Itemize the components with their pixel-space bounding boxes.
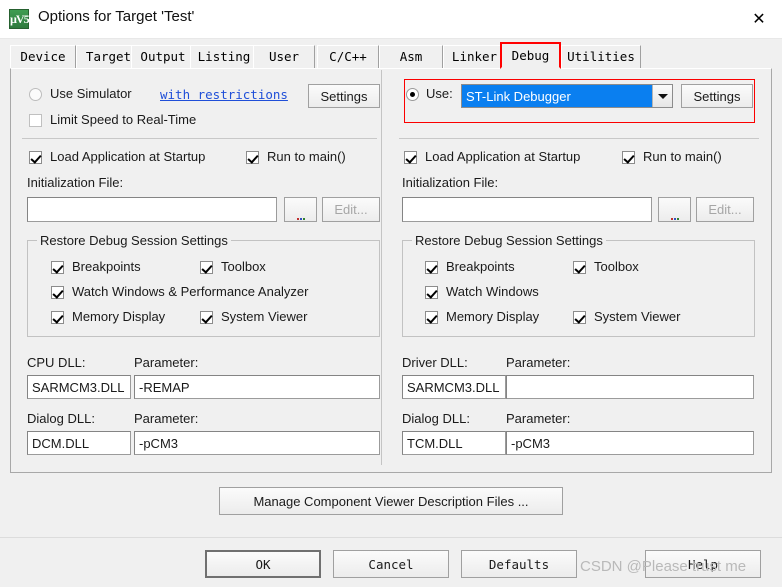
debugger-restore-session-title: Restore Debug Session Settings [412, 233, 606, 248]
debugger-toolbox-checkbox[interactable] [573, 261, 586, 274]
tab-debug[interactable]: Debug [500, 42, 561, 69]
use-simulator-label[interactable]: Use Simulator [50, 86, 132, 101]
limit-speed-checkbox[interactable] [29, 114, 42, 127]
simulator-restore-session-title: Restore Debug Session Settings [37, 233, 231, 248]
simulator-init-file-input[interactable] [27, 197, 277, 222]
chevron-down-icon[interactable] [652, 85, 672, 107]
simulator-browse-button[interactable] [284, 197, 317, 222]
debugger-dialog-dll-label: Dialog DLL: [402, 411, 470, 426]
simulator-load-app-label[interactable]: Load Application at Startup [50, 149, 205, 164]
options-for-target-dialog: µV5 Options for Target 'Test' ✕ Device T… [0, 0, 782, 587]
debugger-browse-button[interactable] [658, 197, 691, 222]
cpu-parameter-label: Parameter: [134, 355, 199, 370]
simulator-init-file-label: Initialization File: [27, 175, 124, 190]
tab-listing[interactable]: Listing [190, 45, 258, 68]
simulator-system-viewer-label[interactable]: System Viewer [221, 309, 307, 324]
simulator-run-to-main-checkbox[interactable] [246, 151, 259, 164]
simulator-memory-display-checkbox[interactable] [51, 311, 64, 324]
driver-parameter-label: Parameter: [506, 355, 571, 370]
window-title: Options for Target 'Test' [38, 8, 195, 25]
simulator-dialog-dll-input[interactable]: DCM.DLL [27, 431, 131, 455]
tab-strip: Device Target Output Listing User C/C++ … [0, 39, 782, 69]
ok-button[interactable]: OK [205, 550, 321, 578]
debugger-toolbox-label[interactable]: Toolbox [594, 259, 639, 274]
simulator-run-to-main-label[interactable]: Run to main() [267, 149, 346, 164]
debugger-dialog-dll-input[interactable]: TCM.DLL [402, 431, 506, 455]
tab-utilities[interactable]: Utilities [561, 45, 641, 68]
simulator-section-separator [22, 138, 377, 139]
cpu-parameter-input[interactable]: -REMAP [134, 375, 380, 399]
debugger-run-to-main-label[interactable]: Run to main() [643, 149, 722, 164]
debugger-system-viewer-label[interactable]: System Viewer [594, 309, 680, 324]
debugger-edit-button[interactable]: Edit... [696, 197, 754, 222]
debugger-memory-display-checkbox[interactable] [425, 311, 438, 324]
browse-dots-icon [296, 197, 305, 223]
panel-divider [381, 70, 382, 465]
footer-separator [0, 537, 782, 538]
debugger-settings-button[interactable]: Settings [681, 84, 753, 108]
driver-dll-label: Driver DLL: [402, 355, 468, 370]
use-debugger-label[interactable]: Use: [426, 86, 453, 101]
debugger-load-app-label[interactable]: Load Application at Startup [425, 149, 580, 164]
tab-c-cpp[interactable]: C/C++ [317, 45, 379, 68]
debugger-init-file-label: Initialization File: [402, 175, 499, 190]
tab-user[interactable]: User [253, 45, 315, 68]
simulator-toolbox-label[interactable]: Toolbox [221, 259, 266, 274]
debugger-section-separator [399, 138, 759, 139]
close-icon[interactable]: ✕ [736, 0, 782, 36]
simulator-memory-display-label[interactable]: Memory Display [72, 309, 165, 324]
tab-device[interactable]: Device [10, 45, 76, 68]
simulator-toolbox-checkbox[interactable] [200, 261, 213, 274]
use-simulator-radio[interactable] [29, 88, 42, 101]
tab-linker[interactable]: Linker [443, 45, 506, 68]
keil-uvision-icon-glyph: µV5 [10, 12, 30, 26]
simulator-breakpoints-label[interactable]: Breakpoints [72, 259, 141, 274]
simulator-watch-windows-checkbox[interactable] [51, 286, 64, 299]
cancel-button[interactable]: Cancel [333, 550, 449, 578]
tab-asm[interactable]: Asm [379, 45, 443, 68]
driver-parameter-input[interactable] [506, 375, 754, 399]
cpu-dll-input[interactable]: SARMCM3.DLL [27, 375, 131, 399]
with-restrictions-link[interactable]: with restrictions [160, 87, 288, 102]
title-bar: µV5 Options for Target 'Test' ✕ [0, 0, 782, 39]
simulator-edit-button[interactable]: Edit... [322, 197, 380, 222]
use-debugger-radio[interactable] [406, 88, 419, 101]
simulator-watch-windows-label[interactable]: Watch Windows & Performance Analyzer [72, 284, 309, 299]
browse-dots-icon [670, 197, 679, 223]
debugger-breakpoints-label[interactable]: Breakpoints [446, 259, 515, 274]
simulator-load-app-checkbox[interactable] [29, 151, 42, 164]
simulator-settings-button[interactable]: Settings [308, 84, 380, 108]
manage-component-viewer-button[interactable]: Manage Component Viewer Description File… [219, 487, 563, 515]
debugger-select-value: ST-Link Debugger [462, 85, 652, 107]
simulator-dialog-dll-label: Dialog DLL: [27, 411, 95, 426]
driver-dll-input[interactable]: SARMCM3.DLL [402, 375, 506, 399]
debugger-init-file-input[interactable] [402, 197, 652, 222]
cpu-dll-label: CPU DLL: [27, 355, 86, 370]
simulator-dialog-parameter-input[interactable]: -pCM3 [134, 431, 380, 455]
debugger-breakpoints-checkbox[interactable] [425, 261, 438, 274]
debugger-select[interactable]: ST-Link Debugger [461, 84, 673, 108]
debugger-run-to-main-checkbox[interactable] [622, 151, 635, 164]
keil-uvision-icon: µV5 [9, 9, 30, 29]
debugger-watch-windows-label[interactable]: Watch Windows [446, 284, 539, 299]
csdn-watermark: CSDN @Please trust me [580, 558, 747, 575]
tab-output[interactable]: Output [131, 45, 195, 68]
simulator-breakpoints-checkbox[interactable] [51, 261, 64, 274]
debugger-load-app-checkbox[interactable] [404, 151, 417, 164]
limit-speed-label[interactable]: Limit Speed to Real-Time [50, 112, 196, 127]
debugger-watch-windows-checkbox[interactable] [425, 286, 438, 299]
debugger-system-viewer-checkbox[interactable] [573, 311, 586, 324]
debugger-dialog-parameter-input[interactable]: -pCM3 [506, 431, 754, 455]
simulator-dialog-parameter-label: Parameter: [134, 411, 199, 426]
debugger-memory-display-label[interactable]: Memory Display [446, 309, 539, 324]
defaults-button[interactable]: Defaults [461, 550, 577, 578]
simulator-system-viewer-checkbox[interactable] [200, 311, 213, 324]
debugger-dialog-parameter-label: Parameter: [506, 411, 571, 426]
